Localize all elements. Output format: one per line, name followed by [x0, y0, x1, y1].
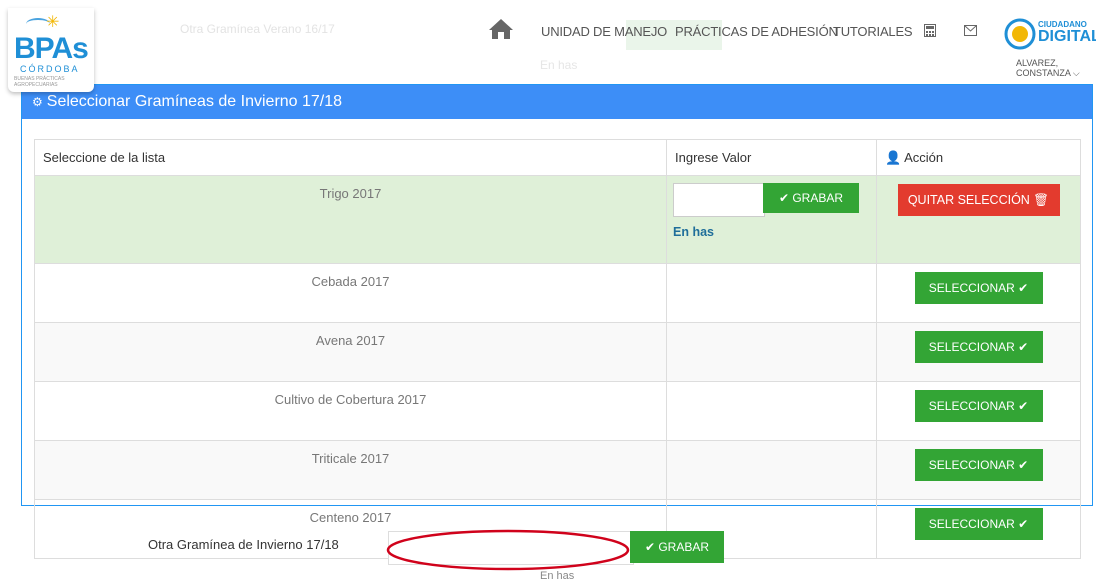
- table-header-row: Seleccione de la lista Ingrese Valor 👤 A…: [34, 139, 1081, 176]
- value-cell: [666, 381, 877, 441]
- check-icon: ✔: [1014, 281, 1029, 295]
- action-cell: SELECCIONAR ✔: [876, 322, 1081, 382]
- select-label: SELECCIONAR: [928, 340, 1015, 354]
- select-label: SELECCIONAR: [928, 399, 1015, 413]
- table-row-selected: Trigo 2017 ✔ GRABAR En has QUITAR SELECC…: [34, 175, 1081, 264]
- crop-name: Triticale 2017: [34, 440, 667, 500]
- check-icon: ✔: [1014, 517, 1029, 531]
- cogs-icon: ⚙: [32, 95, 43, 109]
- check-icon: ✔: [1014, 399, 1029, 413]
- nav-unidad-de-manejo[interactable]: UNIDAD DE MANEJO: [541, 24, 667, 39]
- check-icon: ✔: [1014, 340, 1029, 354]
- crop-name: Trigo 2017: [34, 175, 667, 264]
- table-row: Avena 2017 SELECCIONAR ✔: [34, 322, 1081, 382]
- column-header-action-label: Acción: [904, 149, 944, 165]
- save-button[interactable]: ✔ GRABAR: [763, 183, 859, 213]
- select-button[interactable]: SELECCIONAR ✔: [914, 508, 1043, 540]
- crop-name: Avena 2017: [34, 322, 667, 382]
- column-header-list: Seleccione de la lista: [34, 139, 667, 176]
- value-cell: ✔ GRABAR En has: [666, 175, 877, 264]
- value-cell: [666, 322, 877, 382]
- ghost-unit: En has: [540, 58, 578, 72]
- user-icon: 👤: [885, 149, 902, 165]
- sun-icon: ✳: [46, 14, 60, 31]
- action-cell: SELECCIONAR ✔: [876, 381, 1081, 441]
- select-button[interactable]: SELECCIONAR ✔: [914, 390, 1043, 422]
- other-grass-save-button[interactable]: ✔ GRABAR: [630, 531, 724, 563]
- chevron-down-icon: ⌵: [1072, 68, 1080, 78]
- ghost-title: Otra Gramínea Verano 16/17: [180, 22, 335, 36]
- check-icon: ✔: [778, 191, 793, 205]
- nav-practicas-de-adhesion[interactable]: PRÁCTICAS DE ADHESIÓN: [675, 24, 838, 39]
- unit-label: En has: [673, 225, 714, 239]
- logo-main-text: BPAs: [14, 32, 89, 66]
- value-cell: [666, 440, 877, 500]
- select-button[interactable]: SELECCIONAR ✔: [914, 449, 1043, 481]
- crop-table: Seleccione de la lista Ingrese Valor 👤 A…: [34, 139, 1081, 559]
- select-button[interactable]: SELECCIONAR ✔: [914, 272, 1043, 304]
- logo-tagline: BUENAS PRÁCTICAS AGROPECUARIAS: [14, 76, 65, 88]
- other-grass-unit: En has: [540, 570, 575, 582]
- red-annotation-ellipse: [386, 529, 630, 571]
- remove-label: QUITAR SELECCIÓN: [907, 193, 1030, 207]
- user-name: ALVAREZ, CONSTANZA: [1016, 58, 1071, 78]
- panel-header: ⚙ Seleccionar Gramíneas de Invierno 17/1…: [22, 85, 1092, 119]
- table-row: Triticale 2017 SELECCIONAR ✔: [34, 440, 1081, 500]
- value-cell: [666, 263, 877, 323]
- save-label: GRABAR: [792, 191, 844, 205]
- trash-icon: 🗑: [1029, 192, 1050, 207]
- action-cell: SELECCIONAR ✔: [876, 440, 1081, 500]
- other-grass-label: Otra Gramínea de Invierno 17/18: [148, 537, 339, 552]
- action-cell: QUITAR SELECCIÓN 🗑: [876, 175, 1081, 264]
- select-label: SELECCIONAR: [928, 281, 1015, 295]
- check-icon: ✔: [1014, 458, 1029, 472]
- panel-title: Seleccionar Gramíneas de Invierno 17/18: [46, 93, 343, 110]
- crop-name: Cebada 2017: [34, 263, 667, 323]
- select-label: SELECCIONAR: [928, 458, 1015, 472]
- brand-line2: DIGITAL: [1038, 28, 1096, 45]
- value-input[interactable]: [673, 183, 765, 217]
- action-cell: SELECCIONAR ✔: [876, 499, 1081, 559]
- action-cell: SELECCIONAR ✔: [876, 263, 1081, 323]
- ciudadano-digital-logo-icon[interactable]: [1004, 18, 1036, 55]
- remove-selection-button[interactable]: QUITAR SELECCIÓN 🗑: [897, 184, 1060, 216]
- table-row: Cultivo de Cobertura 2017 SELECCIONAR ✔: [34, 381, 1081, 441]
- logo-main: BPAs: [14, 32, 89, 65]
- crop-name: Cultivo de Cobertura 2017: [34, 381, 667, 441]
- gramineas-panel: ⚙ Seleccionar Gramíneas de Invierno 17/1…: [21, 84, 1093, 559]
- nav-tutoriales[interactable]: TUTORIALES: [833, 24, 913, 39]
- user-menu[interactable]: ALVAREZ, CONSTANZA ⌵: [1016, 58, 1096, 79]
- other-save-label: GRABAR: [658, 540, 710, 554]
- select-label: SELECCIONAR: [928, 517, 1015, 531]
- check-icon: ✔: [644, 540, 659, 554]
- column-header-action: 👤 Acción: [876, 139, 1081, 176]
- envelope-icon[interactable]: [964, 24, 977, 39]
- bpas-logo[interactable]: ✳ BPAs CÓRDOBA BUENAS PRÁCTICAS AGROPECU…: [8, 8, 94, 92]
- column-header-value: Ingrese Valor: [666, 139, 877, 176]
- table-row: Cebada 2017 SELECCIONAR ✔: [34, 263, 1081, 323]
- home-icon[interactable]: [488, 18, 514, 45]
- select-button[interactable]: SELECCIONAR ✔: [914, 331, 1043, 363]
- calculator-icon[interactable]: [924, 24, 936, 40]
- logo-sub-text: CÓRDOBA: [20, 64, 80, 74]
